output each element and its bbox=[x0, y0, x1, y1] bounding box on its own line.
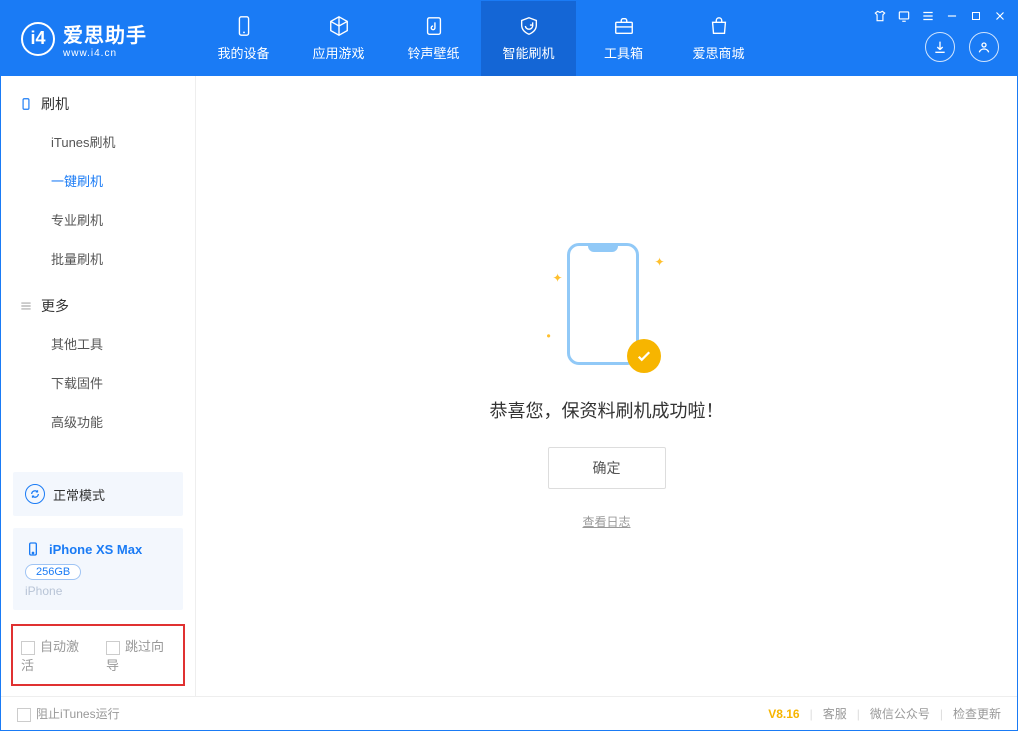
wechat-link[interactable]: 微信公众号 bbox=[870, 705, 930, 722]
footer: 阻止iTunes运行 V8.16 | 客服 | 微信公众号 | 检查更新 bbox=[1, 696, 1017, 730]
app-name: 爱思助手 bbox=[63, 19, 147, 48]
checkbox-icon[interactable] bbox=[21, 641, 35, 655]
main-nav: 我的设备 应用游戏 铃声壁纸 智能刷机 工具箱 爱思商城 bbox=[196, 1, 766, 76]
refresh-shield-icon bbox=[518, 15, 540, 37]
nav-label: 智能刷机 bbox=[502, 43, 554, 62]
sidebar-item-other-tools[interactable]: 其他工具 bbox=[1, 324, 195, 363]
nav-smart-flash[interactable]: 智能刷机 bbox=[481, 1, 576, 76]
app-site: www.i4.cn bbox=[63, 48, 147, 59]
nav-store[interactable]: 爱思商城 bbox=[671, 1, 766, 76]
device-head: iPhone XS Max bbox=[25, 540, 171, 558]
logo-icon: i4 bbox=[21, 22, 55, 56]
sparkle-icon: ✦ bbox=[553, 271, 563, 285]
device-icon bbox=[233, 15, 255, 37]
menu-icon[interactable] bbox=[921, 9, 935, 23]
group-title: 更多 bbox=[41, 296, 69, 316]
sidebar: 刷机 iTunes刷机 一键刷机 专业刷机 批量刷机 更多 其他工具 下载固件 … bbox=[1, 76, 196, 696]
sidebar-items-flash: iTunes刷机 一键刷机 专业刷机 批量刷机 bbox=[1, 122, 195, 278]
options-row: 自动激活 跳过向导 bbox=[11, 624, 185, 686]
sidebar-item-batch-flash[interactable]: 批量刷机 bbox=[1, 239, 195, 278]
mode-card[interactable]: 正常模式 bbox=[13, 472, 183, 516]
app-window: { "app": { "name": "爱思助手", "site": "www.… bbox=[0, 0, 1018, 731]
device-type: iPhone bbox=[25, 584, 171, 598]
music-icon bbox=[423, 15, 445, 37]
mode-icon bbox=[25, 484, 45, 504]
sidebar-item-advanced[interactable]: 高级功能 bbox=[1, 402, 195, 441]
check-badge-icon bbox=[627, 339, 661, 373]
block-itunes-checkbox[interactable]: 阻止iTunes运行 bbox=[17, 705, 120, 722]
version-label: V8.16 bbox=[768, 707, 799, 721]
phone-outline-icon bbox=[567, 243, 639, 365]
sidebar-items-more: 其他工具 下载固件 高级功能 bbox=[1, 324, 195, 441]
device-name: iPhone XS Max bbox=[49, 542, 142, 557]
bag-icon bbox=[708, 15, 730, 37]
shirt-icon[interactable] bbox=[873, 9, 887, 23]
phone-outline-icon bbox=[19, 97, 33, 111]
sparkle-icon: • bbox=[547, 329, 551, 343]
list-icon bbox=[19, 299, 33, 313]
download-button[interactable] bbox=[925, 32, 955, 62]
check-update-link[interactable]: 检查更新 bbox=[953, 705, 1001, 722]
sidebar-item-download-firmware[interactable]: 下载固件 bbox=[1, 363, 195, 402]
nav-apps-games[interactable]: 应用游戏 bbox=[291, 1, 386, 76]
nav-label: 爱思商城 bbox=[692, 43, 744, 62]
sidebar-group-flash: 刷机 bbox=[1, 76, 195, 122]
nav-toolbox[interactable]: 工具箱 bbox=[576, 1, 671, 76]
device-capacity: 256GB bbox=[25, 564, 81, 580]
opt-skip-guide[interactable]: 跳过向导 bbox=[106, 636, 175, 674]
sidebar-group-more: 更多 bbox=[1, 278, 195, 324]
sidebar-item-pro-flash[interactable]: 专业刷机 bbox=[1, 200, 195, 239]
logo[interactable]: i4 爱思助手 www.i4.cn bbox=[1, 19, 196, 59]
logo-text: 爱思助手 www.i4.cn bbox=[63, 19, 147, 59]
phone-icon bbox=[25, 540, 41, 558]
header: i4 爱思助手 www.i4.cn 我的设备 应用游戏 铃声壁纸 智能刷机 bbox=[1, 1, 1017, 76]
window-controls bbox=[873, 9, 1007, 23]
success-message: 恭喜您，保资料刷机成功啦！ bbox=[490, 397, 724, 423]
sidebar-item-oneclick-flash[interactable]: 一键刷机 bbox=[1, 161, 195, 200]
minimize-icon[interactable] bbox=[945, 9, 959, 23]
body: 刷机 iTunes刷机 一键刷机 专业刷机 批量刷机 更多 其他工具 下载固件 … bbox=[1, 76, 1017, 696]
checkbox-icon[interactable] bbox=[17, 708, 31, 722]
view-log-link[interactable]: 查看日志 bbox=[582, 513, 630, 530]
sparkle-icon: ✦ bbox=[654, 255, 664, 269]
checkbox-icon[interactable] bbox=[106, 641, 120, 655]
toolbox-icon bbox=[613, 15, 635, 37]
feedback-icon[interactable] bbox=[897, 9, 911, 23]
device-card[interactable]: iPhone XS Max 256GB iPhone bbox=[13, 528, 183, 610]
main-panel: ✦ ✦ • 恭喜您，保资料刷机成功啦！ 确定 查看日志 bbox=[196, 76, 1017, 696]
group-title: 刷机 bbox=[41, 94, 69, 114]
block-itunes-label: 阻止iTunes运行 bbox=[36, 707, 120, 721]
nav-my-device[interactable]: 我的设备 bbox=[196, 1, 291, 76]
nav-rings-wallpaper[interactable]: 铃声壁纸 bbox=[386, 1, 481, 76]
cube-icon bbox=[328, 15, 350, 37]
user-button[interactable] bbox=[969, 32, 999, 62]
mode-label: 正常模式 bbox=[53, 485, 105, 504]
opt-auto-activate[interactable]: 自动激活 bbox=[21, 636, 90, 674]
success-illustration: ✦ ✦ • bbox=[547, 243, 667, 373]
nav-label: 铃声壁纸 bbox=[407, 43, 459, 62]
footer-right: V8.16 | 客服 | 微信公众号 | 检查更新 bbox=[768, 705, 1001, 722]
nav-label: 我的设备 bbox=[217, 43, 269, 62]
close-icon[interactable] bbox=[993, 9, 1007, 23]
maximize-icon[interactable] bbox=[969, 9, 983, 23]
sidebar-item-itunes-flash[interactable]: iTunes刷机 bbox=[1, 122, 195, 161]
support-link[interactable]: 客服 bbox=[823, 705, 847, 722]
nav-label: 应用游戏 bbox=[312, 43, 364, 62]
nav-label: 工具箱 bbox=[604, 43, 643, 62]
ok-button[interactable]: 确定 bbox=[548, 447, 666, 489]
